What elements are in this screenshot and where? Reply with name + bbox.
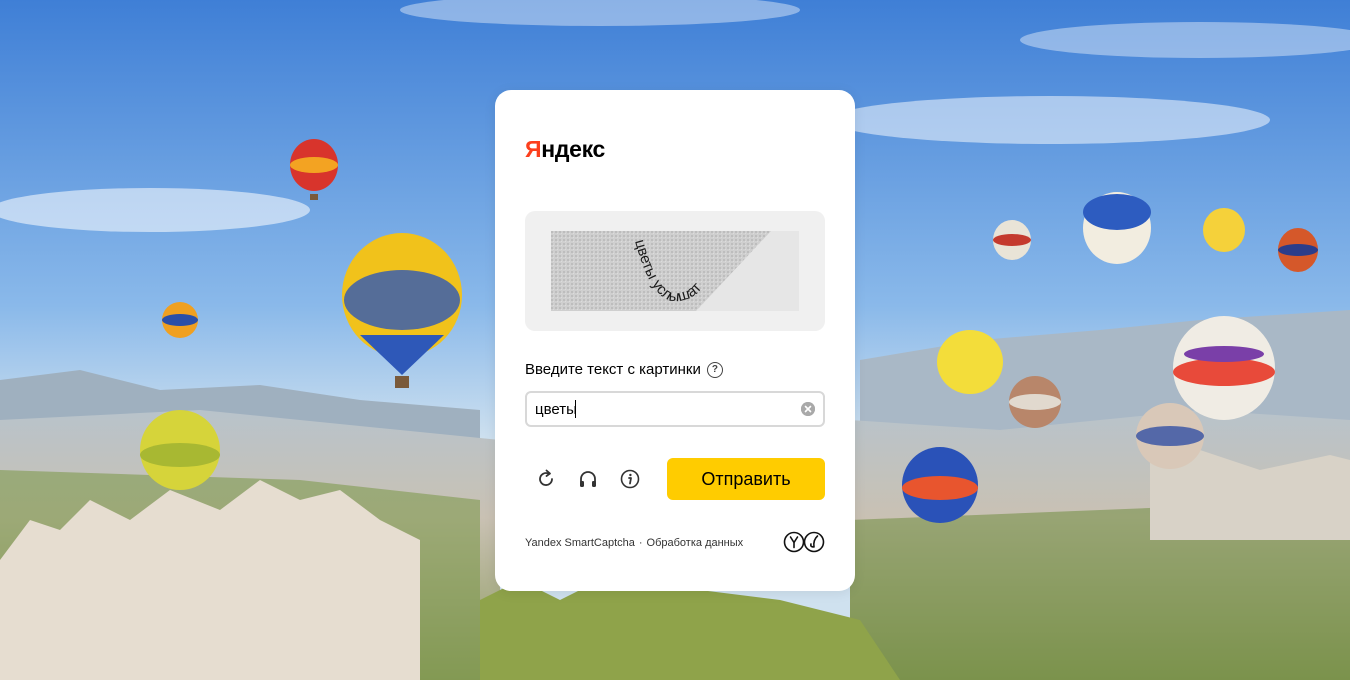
balloon — [140, 410, 220, 490]
balloon — [937, 330, 1003, 394]
footer-separator: · — [638, 537, 643, 549]
balloon — [1278, 228, 1318, 272]
balloon — [162, 302, 198, 338]
submit-button[interactable]: Отправить — [667, 458, 825, 500]
captcha-input-field — [525, 391, 825, 427]
balloon — [1173, 316, 1275, 420]
yandex-badge-icon — [783, 531, 825, 553]
headphones-icon — [580, 471, 596, 487]
audio-captcha-button[interactable] — [575, 466, 601, 492]
refresh-button[interactable] — [533, 466, 559, 492]
logo-rest: ндекс — [541, 136, 606, 162]
captcha-image-container: цветы услышат — [525, 211, 825, 331]
text-caret — [575, 400, 576, 418]
clear-icon[interactable] — [801, 402, 815, 416]
captcha-card: Яндекс цветы услышат Введите текст с кар… — [495, 90, 855, 591]
data-processing-link[interactable]: Обработка данных — [647, 536, 744, 550]
captcha-image: цветы услышат — [551, 231, 799, 311]
footer-service-name: Yandex SmartCaptcha — [525, 537, 635, 549]
balloon — [902, 447, 978, 523]
info-icon — [620, 469, 640, 489]
balloon — [1083, 192, 1151, 264]
prompt-label: Введите текст с картинки — [525, 361, 701, 378]
balloon — [1203, 208, 1245, 252]
logo-first-letter: Я — [525, 136, 542, 162]
captcha-prompt: Введите текст с картинки ? — [525, 360, 723, 380]
balloon — [1136, 403, 1204, 469]
captcha-input[interactable] — [535, 397, 785, 421]
info-button[interactable] — [617, 466, 643, 492]
footer: Yandex SmartCaptcha · Обработка данных — [525, 536, 743, 550]
balloon — [1009, 376, 1061, 428]
refresh-icon — [539, 469, 553, 486]
yandex-logo[interactable]: Яндекс — [525, 134, 605, 164]
balloon — [993, 220, 1031, 260]
help-icon[interactable]: ? — [706, 362, 723, 378]
